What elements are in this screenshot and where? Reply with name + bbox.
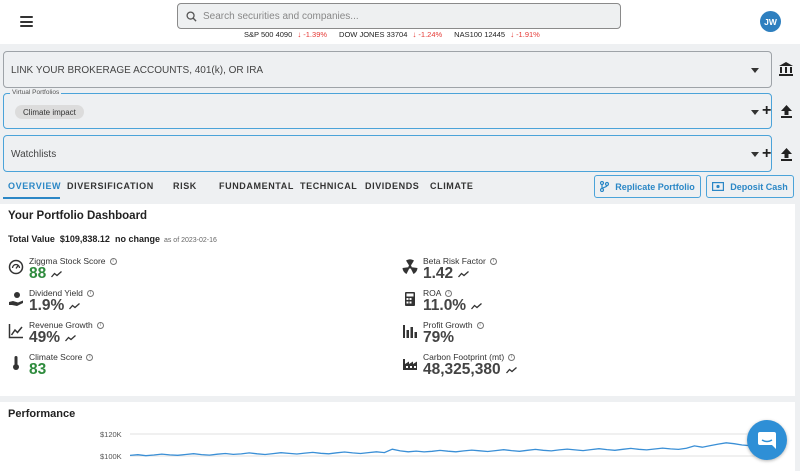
virtual-portfolios-select[interactable]: Virtual Portfolios Climate impact bbox=[3, 89, 772, 129]
factory-icon bbox=[403, 359, 417, 370]
trend-icon[interactable] bbox=[65, 334, 76, 342]
ticker-name: NAS100 bbox=[454, 30, 483, 39]
performance-card: Performance $120K $100K bbox=[0, 402, 795, 471]
ticker-change: -1.39% bbox=[303, 30, 328, 39]
ticker-name: DOW JONES bbox=[339, 30, 385, 39]
fork-icon bbox=[600, 181, 610, 192]
info-icon[interactable]: i bbox=[476, 321, 484, 329]
tab-risk[interactable]: RISK bbox=[173, 181, 197, 191]
metric-value: 88 bbox=[29, 265, 47, 282]
bank-icon[interactable] bbox=[778, 61, 794, 77]
line-chart-icon bbox=[8, 324, 23, 339]
y-tick-label: $120K bbox=[100, 430, 122, 439]
menu-icon[interactable] bbox=[20, 16, 33, 27]
chat-button[interactable] bbox=[747, 420, 787, 460]
y-tick-label: $100K bbox=[100, 452, 122, 461]
brokerage-select[interactable]: LINK YOUR BROKERAGE ACCOUNTS, 401(k), OR… bbox=[3, 51, 772, 88]
tab-fundamental[interactable]: FUNDAMENTAL bbox=[219, 181, 294, 191]
chevron-down-icon bbox=[751, 68, 759, 73]
add-icon[interactable]: + bbox=[762, 145, 771, 163]
bar-chart-icon bbox=[403, 325, 417, 338]
ticker-dow: DOW JONES 33704 ↓ -1.24% bbox=[339, 30, 442, 39]
search-box[interactable] bbox=[177, 3, 621, 29]
deposit-cash-button[interactable]: Deposit Cash bbox=[706, 175, 794, 198]
gauge-icon bbox=[8, 259, 24, 275]
performance-title: Performance bbox=[8, 408, 76, 420]
info-icon[interactable]: i bbox=[86, 289, 94, 297]
ticker-name: S&P 500 bbox=[244, 30, 274, 39]
virtual-portfolios-legend: Virtual Portfolios bbox=[10, 89, 62, 96]
replicate-portfolio-button[interactable]: Replicate Portfolio bbox=[594, 175, 701, 198]
tab-technical[interactable]: TECHNICAL bbox=[300, 181, 357, 191]
cash-icon bbox=[712, 182, 725, 191]
hand-coin-icon bbox=[9, 292, 23, 306]
tab-overview[interactable]: OVERVIEW bbox=[8, 181, 61, 191]
metric-value: 83 bbox=[29, 361, 47, 378]
ticker-sp500: S&P 500 4090 ↓ -1.39% bbox=[244, 30, 327, 39]
brokerage-label: LINK YOUR BROKERAGE ACCOUNTS, 401(k), OR… bbox=[11, 65, 264, 76]
calculator-icon bbox=[405, 292, 415, 306]
metric-value: 1.42 bbox=[423, 265, 454, 282]
portfolio-dashboard: Your Portfolio Dashboard Total Value $10… bbox=[0, 204, 795, 396]
info-icon[interactable]: i bbox=[445, 289, 453, 297]
ticker-nas100: NAS100 12445 ↓ -1.91% bbox=[454, 30, 540, 39]
replicate-portfolio-label: Replicate Portfolio bbox=[615, 181, 695, 192]
arrow-down-icon: ↓ bbox=[412, 30, 417, 39]
total-value: Total Value $109,838.12 no change as of 2… bbox=[8, 234, 217, 244]
trend-icon[interactable] bbox=[505, 366, 517, 374]
arrow-down-icon: ↓ bbox=[297, 30, 302, 39]
metric-value: 79% bbox=[423, 329, 455, 346]
trend-icon[interactable] bbox=[471, 302, 483, 310]
watchlists-select[interactable]: Watchlists bbox=[3, 135, 772, 172]
watchlists-label: Watchlists bbox=[11, 149, 57, 160]
info-icon[interactable]: i bbox=[86, 353, 94, 361]
info-icon[interactable]: i bbox=[489, 257, 497, 265]
tab-climate[interactable]: CLIMATE bbox=[430, 181, 474, 191]
metric-value: 49% bbox=[29, 329, 61, 346]
trend-icon[interactable] bbox=[458, 270, 470, 278]
radiation-icon bbox=[402, 259, 418, 274]
add-icon[interactable]: + bbox=[762, 102, 771, 120]
market-tickers: S&P 500 4090 ↓ -1.39% DOW JONES 33704 ↓ -1… bbox=[244, 30, 552, 39]
as-of-date: as of 2023-02-16 bbox=[163, 237, 217, 244]
upload-icon[interactable] bbox=[781, 105, 792, 118]
portfolio-chip-label: Climate impact bbox=[23, 107, 76, 117]
chat-icon bbox=[758, 431, 776, 449]
ticker-value: 12445 bbox=[484, 30, 506, 39]
dashboard-title: Your Portfolio Dashboard bbox=[8, 210, 148, 222]
metric-value: 1.9% bbox=[29, 297, 65, 314]
portfolio-chip[interactable]: Climate impact bbox=[15, 105, 84, 119]
search-icon bbox=[186, 10, 197, 22]
total-change: no change bbox=[114, 234, 160, 244]
info-icon[interactable]: i bbox=[109, 257, 117, 265]
arrow-down-icon: ↓ bbox=[510, 30, 515, 39]
metric-value: 11.0% bbox=[423, 297, 467, 314]
chevron-down-icon bbox=[751, 152, 759, 157]
thermometer-icon bbox=[13, 356, 19, 370]
info-icon[interactable]: i bbox=[508, 353, 516, 361]
metric-value: 48,325,380 bbox=[423, 361, 501, 378]
tab-diversification[interactable]: DIVERSIFICATION bbox=[67, 181, 154, 191]
ticker-change: -1.24% bbox=[418, 30, 443, 39]
total-label: Total Value bbox=[8, 234, 55, 244]
trend-icon[interactable] bbox=[69, 302, 81, 310]
series-line bbox=[130, 442, 751, 457]
info-icon[interactable]: i bbox=[96, 321, 104, 329]
chevron-down-icon bbox=[751, 110, 759, 115]
active-tab-indicator bbox=[3, 197, 60, 199]
ticker-change: -1.91% bbox=[516, 30, 540, 39]
top-bar: S&P 500 4090 ↓-1.39% DOW JONES 33704 ↓-1… bbox=[0, 0, 800, 44]
trend-icon[interactable] bbox=[51, 270, 63, 278]
tab-dividends[interactable]: DIVIDENDS bbox=[365, 181, 419, 191]
total-amount: $109,838.12 bbox=[59, 234, 110, 244]
upload-icon[interactable] bbox=[781, 148, 792, 161]
ticker-value: 33704 bbox=[386, 30, 408, 39]
avatar[interactable]: JW bbox=[760, 11, 781, 32]
deposit-cash-label: Deposit Cash bbox=[730, 181, 788, 192]
search-input[interactable] bbox=[203, 10, 603, 22]
performance-chart[interactable] bbox=[130, 427, 755, 471]
ticker-value: 4090 bbox=[275, 30, 293, 39]
